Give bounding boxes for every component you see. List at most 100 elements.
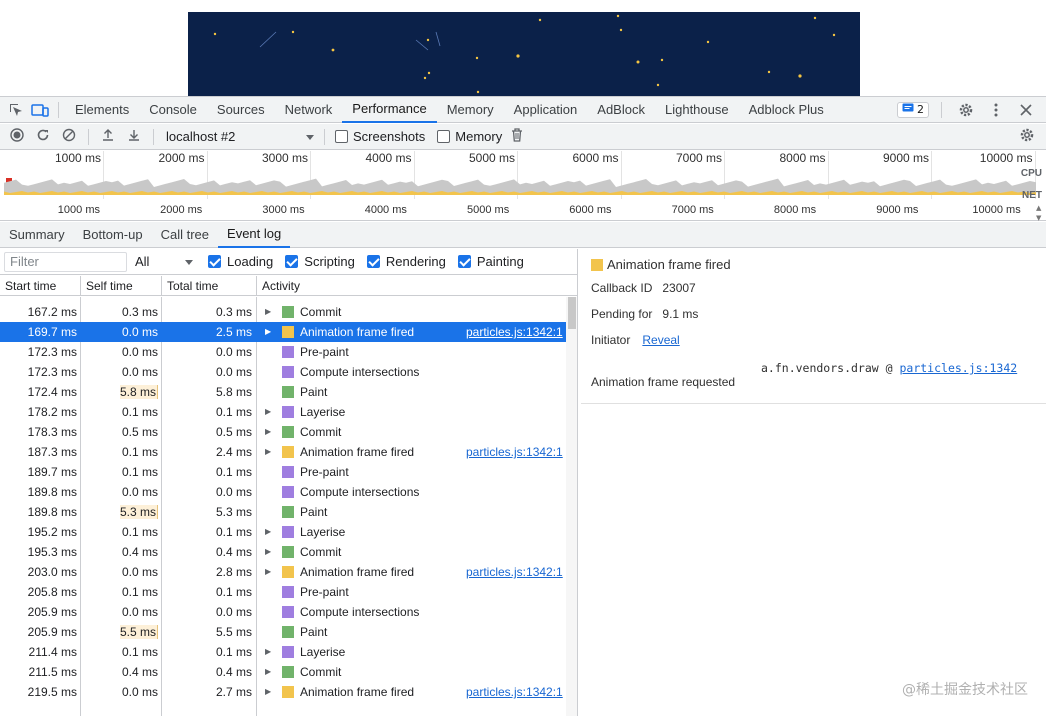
loading-checkbox[interactable]: Loading	[208, 254, 273, 269]
table-row[interactable]: 172.3 ms 0.0 ms 0.0 ms Compute intersection…	[0, 362, 566, 382]
table-row[interactable]: 205.9 ms 5.5 ms 5.5 ms Paint	[0, 622, 566, 642]
tab-adblock-plus[interactable]: Adblock Plus	[739, 97, 834, 123]
col-total-time[interactable]: Total time	[162, 276, 257, 296]
table-row[interactable]: 178.2 ms 0.1 ms 0.1 ms ▶ Layerise	[0, 402, 566, 422]
start-time-cell: 189.8 ms	[27, 505, 77, 519]
self-time-value: 0.0 ms	[121, 565, 158, 579]
loading-checkbox-box[interactable]	[208, 255, 221, 268]
painting-label: Painting	[476, 254, 524, 269]
subtab-summary[interactable]: Summary	[0, 222, 74, 248]
table-row[interactable]: 219.5 ms 0.0 ms 2.7 ms ▶ Animation frame fir…	[0, 682, 566, 702]
inspect-element-icon[interactable]	[4, 98, 28, 122]
self-time-value: 0.0 ms	[121, 365, 158, 379]
rendering-checkbox-box[interactable]	[366, 255, 380, 268]
capture-settings-button[interactable]	[1014, 125, 1040, 149]
expand-arrow-icon[interactable]: ▶	[265, 302, 271, 322]
issues-badge[interactable]: 2	[897, 101, 929, 118]
start-time-cell: 205.8 ms	[27, 585, 77, 599]
table-row[interactable]: 189.8 ms 5.3 ms 5.3 ms Paint	[0, 502, 566, 522]
table-row[interactable]: 172.4 ms 5.8 ms 5.8 ms Paint	[0, 382, 566, 402]
source-link[interactable]: particles.js:1342:1	[466, 322, 563, 342]
tab-elements[interactable]: Elements	[65, 97, 139, 123]
table-row[interactable]: 211.4 ms 0.1 ms 0.1 ms ▶ Layerise	[0, 642, 566, 662]
table-row[interactable]: 203.0 ms 0.0 ms 2.8 ms ▶ Animation frame fir…	[0, 562, 566, 582]
duration-filter-select[interactable]: All	[135, 254, 193, 269]
table-row[interactable]: 195.3 ms 0.4 ms 0.4 ms ▶ Commit	[0, 542, 566, 562]
source-link[interactable]: particles.js:1342:1	[466, 682, 563, 702]
painting-checkbox-box[interactable]	[457, 255, 471, 268]
cpu-area	[4, 178, 1036, 195]
table-row[interactable]: 167.2 ms 0.3 ms 0.3 ms ▶ Commit	[0, 302, 566, 322]
activity-cell: ▶ Commit	[257, 662, 566, 682]
event-log-scrollbar[interactable]	[566, 297, 577, 716]
clear-button[interactable]	[56, 125, 82, 149]
initiator-reveal-link[interactable]: Reveal	[642, 333, 679, 347]
save-profile-button[interactable]	[121, 125, 147, 149]
expand-arrow-icon[interactable]: ▶	[265, 542, 271, 562]
reload-record-button[interactable]	[30, 125, 56, 149]
scripting-checkbox-box[interactable]	[285, 255, 299, 268]
tab-performance[interactable]: Performance	[342, 97, 437, 123]
expand-arrow-icon[interactable]: ▶	[265, 682, 271, 702]
category-swatch	[282, 386, 294, 398]
memory-checkbox-box[interactable]	[437, 130, 451, 143]
activity-cell: Pre-paint	[257, 462, 566, 482]
tab-memory[interactable]: Memory	[437, 97, 504, 123]
close-devtools-icon[interactable]	[1014, 98, 1038, 122]
ruler-scroll-arrows-icon[interactable]: ▲ ▼	[1036, 203, 1044, 223]
table-row[interactable]: 172.3 ms 0.0 ms 0.0 ms Pre-paint	[0, 342, 566, 362]
col-activity[interactable]: Activity	[257, 276, 577, 296]
table-row[interactable]: 189.8 ms 0.0 ms 0.0 ms Compute intersection…	[0, 482, 566, 502]
table-row[interactable]: 187.3 ms 0.1 ms 2.4 ms ▶ Animation frame fir…	[0, 442, 566, 462]
expand-arrow-icon[interactable]: ▶	[265, 442, 271, 462]
source-link[interactable]: particles.js:1342:1	[466, 442, 563, 462]
tab-adblock[interactable]: AdBlock	[587, 97, 655, 123]
source-link[interactable]: particles.js:1342:1	[466, 562, 563, 582]
col-self-time[interactable]: Self time	[81, 276, 162, 296]
tab-application[interactable]: Application	[504, 97, 588, 123]
painting-checkbox[interactable]: Painting	[457, 254, 524, 269]
memory-checkbox[interactable]: Memory	[437, 129, 502, 144]
settings-gear-icon[interactable]	[954, 98, 978, 122]
subtab-call-tree[interactable]: Call tree	[152, 222, 218, 248]
table-row[interactable]: 205.8 ms 0.1 ms 0.1 ms Pre-paint	[0, 582, 566, 602]
screenshots-checkbox-box[interactable]	[335, 130, 348, 143]
table-row[interactable]: 205.9 ms 0.0 ms 0.0 ms Compute intersection…	[0, 602, 566, 622]
expand-arrow-icon[interactable]: ▶	[265, 402, 271, 422]
event-log-filterbar: All Loading Scripting Rendering Painting	[0, 249, 577, 275]
table-row[interactable]: 169.7 ms 0.0 ms 2.5 ms ▶ Animation frame fir…	[0, 322, 566, 342]
scripting-checkbox[interactable]: Scripting	[285, 254, 355, 269]
table-row[interactable]: 195.2 ms 0.1 ms 0.1 ms ▶ Layerise	[0, 522, 566, 542]
collect-garbage-button[interactable]	[504, 125, 530, 149]
screenshots-checkbox[interactable]: Screenshots	[335, 129, 425, 144]
expand-arrow-icon[interactable]: ▶	[265, 522, 271, 542]
expand-arrow-icon[interactable]: ▶	[265, 642, 271, 662]
tab-lighthouse[interactable]: Lighthouse	[655, 97, 739, 123]
activity-name: Compute intersections	[300, 365, 420, 379]
table-row[interactable]: 189.7 ms 0.1 ms 0.1 ms Pre-paint	[0, 462, 566, 482]
expand-arrow-icon[interactable]: ▶	[265, 562, 271, 582]
device-toolbar-icon[interactable]	[28, 98, 52, 122]
scrollbar-thumb[interactable]	[568, 297, 576, 329]
load-profile-button[interactable]	[95, 125, 121, 149]
recording-select[interactable]: localhost #2	[160, 127, 318, 147]
timeline-overview[interactable]: 1000 ms 2000 ms 3000 ms 4000 ms 5000 ms 6000 …	[0, 151, 1046, 223]
tab-sources[interactable]: Sources	[207, 97, 275, 123]
stack-source-link[interactable]: particles.js:1342	[899, 361, 1017, 375]
tab-network[interactable]: Network	[275, 97, 343, 123]
more-options-icon[interactable]	[984, 98, 1008, 122]
subtab-event-log[interactable]: Event log	[218, 222, 291, 248]
table-row[interactable]: 211.5 ms 0.4 ms 0.4 ms ▶ Commit	[0, 662, 566, 682]
record-button[interactable]	[4, 125, 30, 149]
expand-arrow-icon[interactable]: ▶	[265, 662, 271, 682]
expand-arrow-icon[interactable]: ▶	[265, 422, 271, 442]
activity-cell: ▶ Commit	[257, 422, 566, 442]
col-start-time[interactable]: Start time	[0, 276, 81, 296]
rendering-checkbox[interactable]: Rendering	[366, 254, 446, 269]
tab-console[interactable]: Console	[139, 97, 207, 123]
table-row[interactable]: 178.3 ms 0.5 ms 0.5 ms ▶ Commit	[0, 422, 566, 442]
total-time-cell: 0.4 ms	[215, 665, 252, 679]
expand-arrow-icon[interactable]: ▶	[265, 322, 271, 342]
filter-input[interactable]	[4, 251, 127, 272]
subtab-bottom-up[interactable]: Bottom-up	[74, 222, 152, 248]
